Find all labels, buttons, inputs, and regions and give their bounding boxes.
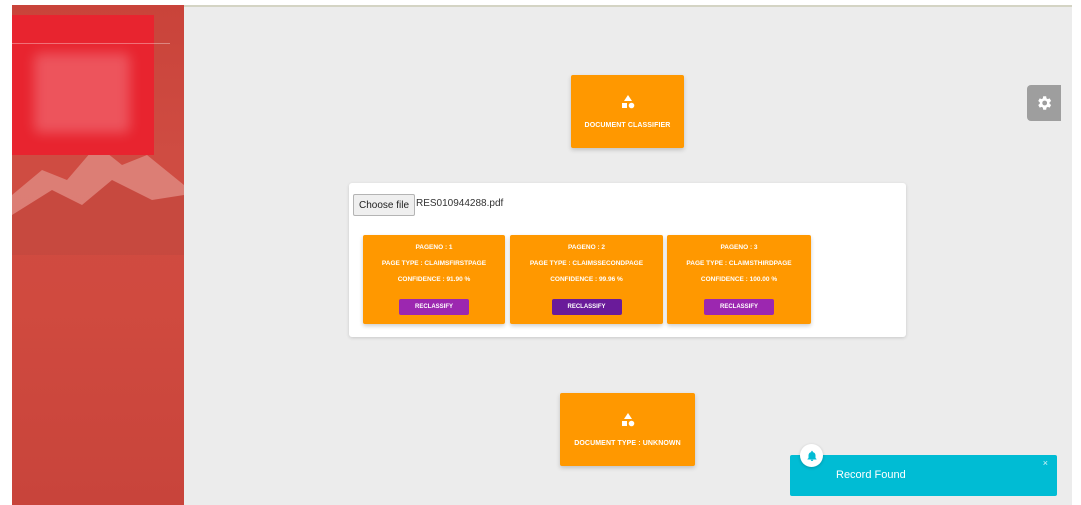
logo-divider (12, 43, 170, 44)
page-confidence: CONFIDENCE : 100.00 % (700, 276, 778, 283)
page-card-3: PAGENO : 3 PAGE TYPE : CLAIMSTHIRDPAGE C… (667, 235, 811, 324)
page-type: PAGE TYPE : CLAIMSSECONDPAGE (529, 260, 644, 267)
notification-toast[interactable]: Record Found × (790, 444, 1057, 496)
document-type-tile[interactable]: DOCUMENT TYPE : UNKNOWN (560, 393, 695, 466)
page-confidence: CONFIDENCE : 91.90 % (397, 276, 471, 283)
shapes-icon (621, 413, 634, 427)
top-border (184, 5, 1072, 7)
page-type: PAGE TYPE : CLAIMSFIRSTPAGE (381, 260, 487, 267)
page-number: PAGENO : 1 (415, 244, 453, 251)
page-type: PAGE TYPE : CLAIMSTHIRDPAGE (686, 260, 792, 267)
logo-image (34, 53, 130, 133)
upload-panel: Choose file RES010944288.pdf PAGENO : 1 … (349, 183, 906, 337)
page-number: PAGENO : 3 (720, 244, 758, 251)
bell-icon-wrapper (800, 444, 823, 467)
close-icon[interactable]: × (1043, 458, 1048, 468)
choose-file-button[interactable]: Choose file (353, 194, 416, 216)
sidebar (12, 5, 184, 505)
page-number: PAGENO : 2 (567, 244, 606, 251)
document-type-label: DOCUMENT TYPE : UNKNOWN (574, 440, 681, 447)
document-classifier-tile[interactable]: DOCUMENT CLASSIFIER (571, 75, 684, 148)
logo (12, 15, 170, 155)
shapes-icon (621, 95, 634, 109)
document-classifier-label: DOCUMENT CLASSIFIER (584, 122, 671, 129)
settings-button[interactable] (1027, 85, 1061, 121)
notification-text: Record Found (836, 469, 906, 481)
selected-file-name: RES010944288.pdf (416, 198, 504, 209)
app-frame: DOCUMENT CLASSIFIER Choose file RES01094… (12, 5, 1072, 505)
bell-icon (807, 450, 816, 461)
page-card-1: PAGENO : 1 PAGE TYPE : CLAIMSFIRSTPAGE C… (363, 235, 505, 324)
reclassify-button[interactable]: RECLASSIFY (399, 299, 469, 315)
gear-icon (1038, 96, 1052, 110)
page-confidence: CONFIDENCE : 99.96 % (550, 276, 623, 283)
page-card-2: PAGENO : 2 PAGE TYPE : CLAIMSSECONDPAGE … (510, 235, 663, 324)
reclassify-button[interactable]: RECLASSIFY (551, 299, 622, 315)
reclassify-button[interactable]: RECLASSIFY (704, 299, 774, 315)
